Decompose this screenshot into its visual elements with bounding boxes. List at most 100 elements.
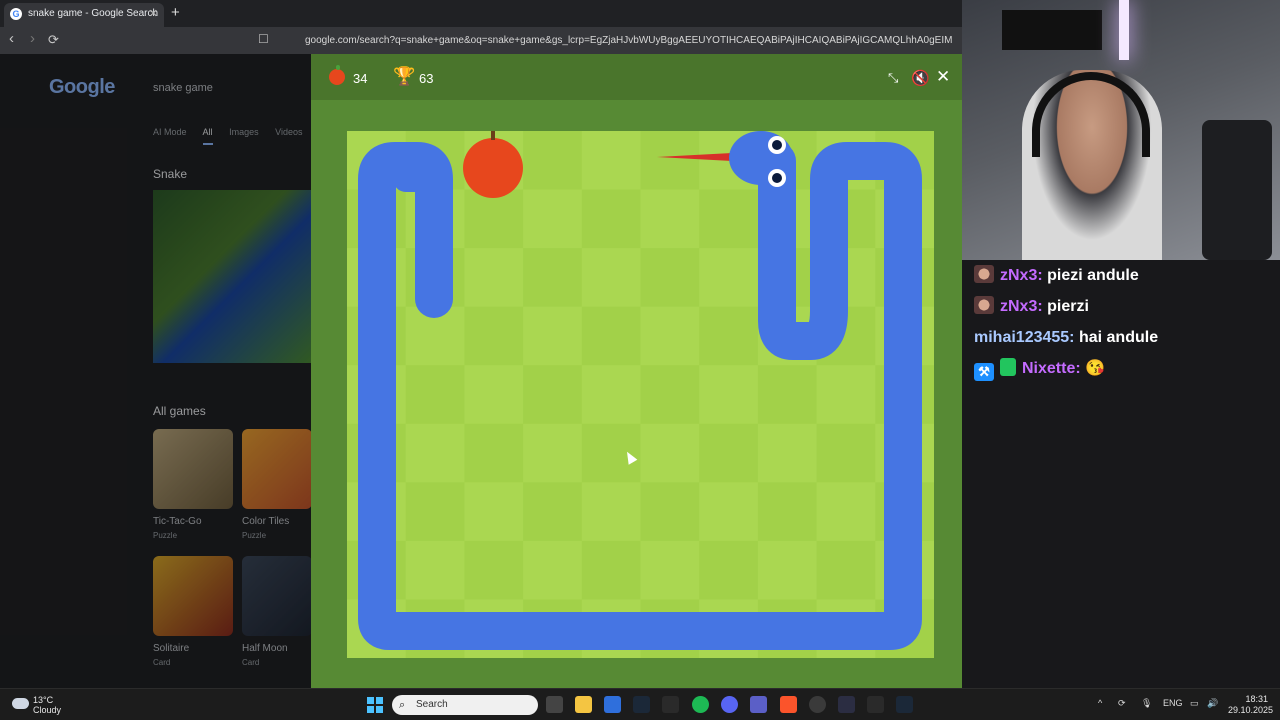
board-tile (699, 423, 759, 483)
language-indicator[interactable]: ENG (1163, 698, 1183, 708)
board-tile (523, 248, 583, 308)
cloud-icon (12, 698, 29, 709)
board-tile (405, 482, 465, 542)
address-bar[interactable]: google.com/search?q=snake+game&oq=snake+… (280, 30, 952, 51)
board-tile (699, 365, 759, 425)
forward-icon[interactable]: › (30, 30, 35, 47)
board-tile (640, 189, 700, 249)
browser-toolbar: ‹ › ⟳ ☐ google.com/search?q=snake+game&o… (0, 27, 962, 54)
close-tab-icon[interactable]: ✕ (149, 3, 158, 25)
snake-pupil (772, 173, 782, 183)
task-view-icon[interactable] (546, 696, 563, 713)
board-tile (757, 540, 818, 600)
spotify-icon[interactable] (692, 696, 709, 713)
exit-fullscreen-icon[interactable]: ⤡ (888, 70, 898, 86)
browser-tab[interactable]: G snake game - Google Search ✕ (4, 3, 164, 27)
board-tile (816, 482, 876, 542)
game-header: 34 🏆 63 ⤡ 🔇 ✕ (311, 54, 962, 100)
steam-icon[interactable] (896, 696, 913, 713)
google-favicon-icon: G (10, 8, 22, 20)
board-tile (405, 365, 465, 425)
chat-message: mihai123455: hai andule (974, 322, 1268, 353)
board-tile (816, 365, 876, 425)
board-tile (581, 365, 641, 425)
board-tile (581, 540, 641, 600)
obs-icon[interactable] (809, 696, 826, 713)
board-tile (464, 306, 524, 366)
webcam-light-strip (1119, 0, 1129, 60)
app-icon[interactable] (838, 696, 855, 713)
board-tile (405, 540, 465, 600)
game-board[interactable] (347, 131, 934, 658)
board-tile (464, 540, 524, 600)
file-explorer-icon[interactable] (575, 696, 592, 713)
discord-icon[interactable] (721, 696, 738, 713)
board-tile (816, 540, 876, 600)
board-tile (699, 540, 759, 600)
board-canvas (347, 131, 934, 658)
board-tile (405, 423, 465, 483)
chat-username: Nixette: (1022, 360, 1081, 377)
board-tile (581, 482, 641, 542)
back-icon[interactable]: ‹ (9, 30, 14, 47)
user-avatar-icon (974, 296, 994, 314)
chat-username: zNx3: (1000, 298, 1043, 315)
network-icon[interactable]: ▭ (1190, 698, 1199, 709)
windows-start-icon[interactable] (367, 697, 383, 713)
board-tile (523, 189, 583, 249)
teams-icon[interactable] (750, 696, 767, 713)
chat-text: hai andule (1078, 329, 1159, 346)
volume-icon[interactable]: 🔊 (1207, 698, 1218, 709)
chat-overlay: zNx3: piezi andule zNx3: pierzi mihai123… (962, 260, 1280, 384)
chat-username: mihai123455: (974, 329, 1075, 346)
board-tile (640, 248, 700, 308)
weather-condition: Cloudy (33, 705, 62, 715)
reload-icon[interactable]: ⟳ (48, 32, 59, 48)
board-tile (640, 131, 700, 191)
board-tile (640, 306, 700, 366)
board-tile (581, 306, 641, 366)
sync-icon[interactable]: ⟳ (1118, 698, 1126, 709)
board-tile (523, 540, 583, 600)
taskbar-search[interactable]: ⌕ Search (392, 695, 538, 715)
time: 18:31 (1245, 694, 1268, 704)
apple-score: 34 (353, 71, 368, 86)
board-tile (464, 365, 524, 425)
stream-panel: zNx3: piezi andule zNx3: pierzi mihai123… (962, 0, 1280, 688)
new-tab-button[interactable]: + (171, 4, 180, 21)
brave-browser-icon[interactable] (780, 696, 797, 713)
chat-text: pierzi (1047, 298, 1089, 315)
mute-icon[interactable]: 🔇 (911, 69, 930, 87)
date: 29.10.2025 (1228, 705, 1274, 715)
apple-icon (329, 65, 345, 85)
screen: G snake game - Google Search ✕ + ‹ › ⟳ ☐… (0, 0, 1280, 720)
gift-icon (1000, 358, 1016, 376)
chat-message: zNx3: piezi andule (974, 260, 1268, 291)
board-tile (581, 131, 641, 191)
epic-games-icon[interactable] (662, 696, 679, 713)
steam-icon[interactable] (633, 696, 650, 713)
store-icon[interactable] (604, 696, 621, 713)
board-tile (523, 423, 583, 483)
chevron-up-icon[interactable]: ^ (1098, 698, 1102, 708)
epic-games-icon[interactable] (867, 696, 884, 713)
browser-tab-bar: G snake game - Google Search ✕ + (0, 0, 962, 27)
board-tile (581, 189, 641, 249)
search-placeholder: Search (416, 699, 448, 710)
microphone-icon[interactable]: 🎙 (1141, 698, 1152, 709)
chat-text: piezi andule (1047, 267, 1139, 284)
board-tile (699, 306, 759, 366)
chat-message: ⚒ Nixette: 😘 (974, 353, 1268, 384)
bookmark-icon[interactable]: ☐ (258, 32, 269, 46)
user-avatar-icon (974, 265, 994, 283)
apple (463, 138, 523, 198)
chat-username: zNx3: (1000, 267, 1043, 284)
windows-taskbar: 13°C Cloudy ⌕ Search ^ ⟳ 🎙 ENG ▭ 🔊 18:31… (0, 688, 1280, 720)
moderator-sword-icon: ⚒ (974, 363, 994, 381)
clock[interactable]: 18:31 29.10.2025 (1228, 694, 1274, 716)
weather-widget[interactable]: 13°C Cloudy (33, 695, 61, 715)
board-tile (523, 131, 583, 191)
board-tile (816, 423, 876, 483)
close-icon[interactable]: ✕ (936, 67, 950, 87)
board-tile (699, 248, 759, 308)
